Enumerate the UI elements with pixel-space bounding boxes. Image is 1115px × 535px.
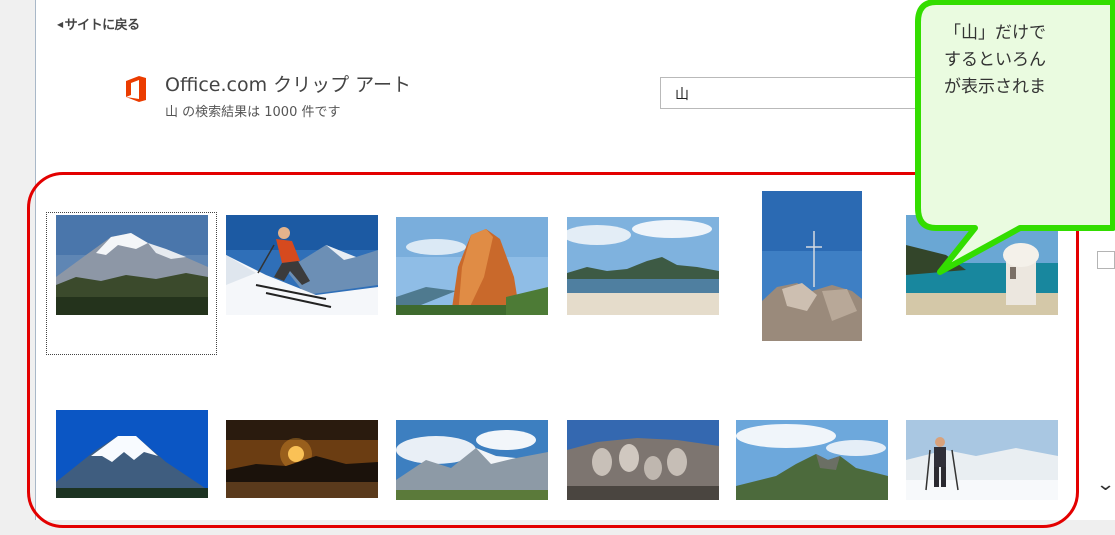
back-link-label: サイトに戻る: [64, 18, 141, 33]
results-highlight-frame: [27, 172, 1079, 528]
result-count: 山 の検索結果は 1000 件です: [165, 105, 341, 120]
page-title: Office.com クリップ アート: [165, 74, 412, 96]
chevron-down-icon[interactable]: ⌄: [1096, 474, 1115, 495]
back-arrow-icon: ◀: [57, 20, 63, 29]
back-to-site-link[interactable]: ◀ サイトに戻る: [57, 14, 140, 33]
callout-line-3: が表示されま: [944, 77, 1046, 97]
search-input[interactable]: 山: [660, 77, 960, 109]
callout-line-2: するといろん: [944, 50, 1046, 70]
callout-text: 「山」だけで するといろん が表示されま: [944, 20, 1046, 101]
filter-checkbox[interactable]: [1097, 251, 1115, 269]
callout-line-1: 「山」だけで: [944, 23, 1046, 43]
office-logo-icon: [126, 76, 146, 102]
